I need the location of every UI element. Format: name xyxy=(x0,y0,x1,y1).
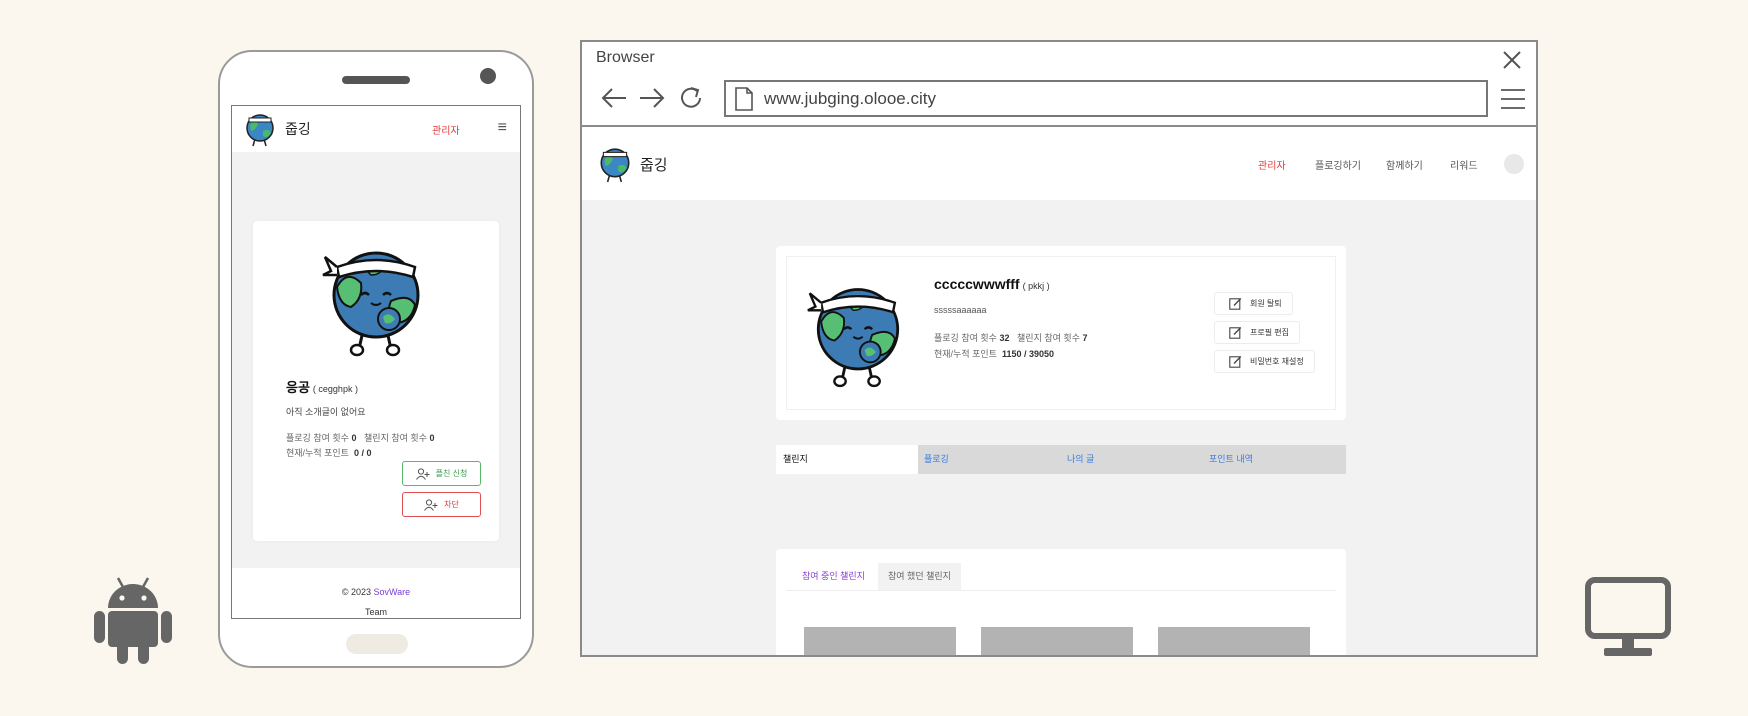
profile-tabs: 챌린지 플로깅 나의 글 포인트 내역 xyxy=(776,445,1346,474)
withdraw-account-button[interactable]: 회원 탈퇴 xyxy=(1214,292,1293,315)
web-header: 줍깅 관리자 플로깅하기 함께하기 리워드 xyxy=(582,127,1536,200)
challenge-panel: 참여 중인 챌린지 참여 했던 챌린지 xyxy=(776,549,1346,655)
challenge-count-label: 챌린지 참여 횟수 xyxy=(364,433,427,443)
profile-name: 응공( cegghpk ) xyxy=(286,377,358,396)
block-user-button[interactable]: 차단 xyxy=(402,492,481,517)
mobile-footer: © 2023 SovWare Team xyxy=(232,568,520,618)
copyright-text: © 2023 xyxy=(341,587,371,597)
tab-my-posts[interactable]: 나의 글 xyxy=(1067,445,1094,474)
crew-request-button[interactable]: 플친 신청 xyxy=(402,461,481,486)
back-arrow-icon[interactable] xyxy=(600,86,628,110)
profile-avatar-earth xyxy=(807,288,900,388)
page-document-icon xyxy=(735,86,753,111)
edit-icon xyxy=(1229,298,1242,310)
browser-chrome: Browser www.jubging.olooe.city xyxy=(582,42,1536,127)
reset-password-button[interactable]: 비밀번호 재설정 xyxy=(1214,350,1315,373)
mobile-header: 줍깅 관리자 ≡ xyxy=(232,106,520,152)
footer-company-link[interactable]: SovWare xyxy=(373,587,410,597)
android-icon xyxy=(94,577,172,664)
phone-screen: 줍깅 관리자 ≡ 응공( cegghpk ) 아직 소개글이 없어요 플로깅 참… xyxy=(231,105,521,619)
address-bar[interactable]: www.jubging.olooe.city xyxy=(724,80,1488,117)
profile-avatar-earth xyxy=(322,251,420,357)
browser-title: Browser xyxy=(596,49,655,66)
nav-admin-link[interactable]: 관리자 xyxy=(432,122,460,137)
tab-plogging[interactable]: 플로깅 xyxy=(924,445,949,474)
add-user-icon xyxy=(415,467,430,480)
close-icon[interactable] xyxy=(1500,48,1524,72)
challenge-thumbnail[interactable] xyxy=(981,627,1133,655)
edit-profile-label: 프로필 편집 xyxy=(1250,328,1290,337)
add-user-icon xyxy=(424,498,438,511)
logo-earth-icon[interactable] xyxy=(244,111,276,147)
tab-challenge[interactable]: 챌린지 xyxy=(776,445,918,474)
tab-ongoing-challenges[interactable]: 참여 중인 챌린지 xyxy=(792,563,875,590)
profile-name-text: 응공 xyxy=(286,380,310,395)
hamburger-menu-icon[interactable]: ≡ xyxy=(498,119,507,137)
challenge-thumbnail[interactable] xyxy=(1158,627,1310,655)
web-profile-card: cccccwwwfff( pkkj ) sssssaaaaaa 플로깅 참여 횟… xyxy=(776,246,1346,420)
phone-camera xyxy=(480,68,496,84)
brand-name[interactable]: 줍깅 xyxy=(285,119,311,139)
block-user-label: 차단 xyxy=(444,500,459,509)
withdraw-account-label: 회원 탈퇴 xyxy=(1250,299,1282,308)
profile-id: ( cegghpk ) xyxy=(312,384,358,394)
plogging-count-value: 32 xyxy=(999,333,1010,343)
challenge-count-value: 7 xyxy=(1082,333,1088,343)
footer-copyright: © 2023 SovWare xyxy=(232,582,520,602)
forward-arrow-icon[interactable] xyxy=(638,86,666,110)
phone-home-button[interactable] xyxy=(346,634,408,654)
crew-request-label: 플친 신청 xyxy=(435,469,468,478)
plogging-count-value: 0 xyxy=(351,433,357,443)
phone-speaker xyxy=(342,76,410,84)
reset-password-label: 비밀번호 재설정 xyxy=(1250,357,1304,366)
mobile-profile-card: 응공( cegghpk ) 아직 소개글이 없어요 플로깅 참여 횟수 0 챌린… xyxy=(253,221,499,541)
user-avatar-icon[interactable] xyxy=(1504,154,1524,174)
tab-point-history[interactable]: 포인트 내역 xyxy=(1209,445,1253,474)
desktop-monitor-icon xyxy=(1585,577,1671,656)
plogging-count-label: 플로깅 참여 횟수 xyxy=(286,433,349,443)
challenge-thumbnail[interactable] xyxy=(804,627,956,655)
profile-name: cccccwwwfff( pkkj ) xyxy=(934,276,1050,292)
profile-points-stats: 현재/누적 포인트 0 / 0 xyxy=(286,446,372,459)
nav-reward-link[interactable]: 리워드 xyxy=(1450,157,1478,172)
web-page: 줍깅 관리자 플로깅하기 함께하기 리워드 cccccwwwfff (pkkj… xyxy=(582,127,1536,655)
challenge-count-value: 0 xyxy=(429,433,435,443)
profile-activity-stats: 플로깅 참여 횟수 0 챌린지 참여 횟수 0 xyxy=(286,431,435,444)
points-label: 현재/누적 포인트 xyxy=(286,448,349,458)
challenge-tab-divider xyxy=(786,590,1336,591)
nav-admin-link[interactable]: 관리자 xyxy=(1258,157,1286,172)
phone-mockup: 줍깅 관리자 ≡ 응공( cegghpk ) 아직 소개글이 없어요 플로깅 참… xyxy=(218,50,534,668)
profile-id: ( pkkj ) xyxy=(1022,281,1050,291)
profile-points-stats: 현재/누적 포인트 1150 / 39050 xyxy=(934,347,1054,360)
reload-icon[interactable] xyxy=(677,84,705,112)
edit-icon xyxy=(1229,327,1242,339)
profile-intro: 아직 소개글이 없어요 xyxy=(286,407,366,417)
plogging-count-label: 플로깅 참여 횟수 xyxy=(934,333,997,343)
points-value: 1150 / 39050 xyxy=(1001,349,1055,359)
profile-intro: sssssaaaaaa xyxy=(934,305,987,315)
nav-together-link[interactable]: 함께하기 xyxy=(1386,157,1423,172)
nav-plogging-link[interactable]: 플로깅하기 xyxy=(1315,157,1361,172)
profile-activity-stats: 플로깅 참여 횟수 32 챌린지 참여 횟수 7 xyxy=(934,331,1088,344)
edit-profile-button[interactable]: 프로필 편집 xyxy=(1214,321,1301,344)
browser-menu-icon[interactable] xyxy=(1500,88,1526,110)
points-label: 현재/누적 포인트 xyxy=(934,349,997,359)
edit-icon xyxy=(1229,356,1242,368)
browser-window: Browser www.jubging.olooe.city 줍깅 관리자 플로… xyxy=(580,40,1538,657)
challenge-count-label: 챌린지 참여 횟수 xyxy=(1017,333,1080,343)
tab-past-challenges[interactable]: 참여 했던 챌린지 xyxy=(878,563,961,590)
logo-earth-icon[interactable] xyxy=(598,145,632,183)
footer-team: Team xyxy=(364,607,387,617)
address-url: www.jubging.olooe.city xyxy=(764,88,936,108)
profile-name-text: cccccwwwfff xyxy=(934,276,1020,292)
points-value: 0 / 0 xyxy=(353,448,372,458)
brand-name[interactable]: 줍깅 xyxy=(640,154,668,175)
